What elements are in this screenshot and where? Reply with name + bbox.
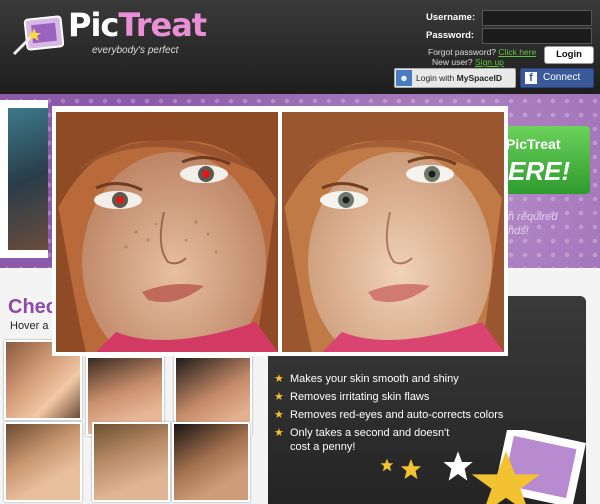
facebook-icon: f: [525, 72, 537, 84]
hero-note-line2: nds!: [508, 225, 529, 237]
hero-photo: [8, 108, 48, 250]
username-label: Username:: [426, 12, 476, 23]
login-button[interactable]: Login: [544, 46, 594, 64]
example-thumbnail[interactable]: [92, 422, 170, 502]
facebook-connect-button[interactable]: f Connect: [520, 68, 594, 88]
feature-text: Removes irritating skin flaws: [290, 391, 430, 403]
hover-instruction: Hover a: [10, 320, 49, 332]
feature-text: Only takes a second and doesn't: [290, 427, 450, 439]
feature-item: ★ Removes red-eyes and auto-corrects colo…: [274, 408, 504, 422]
example-thumbnail[interactable]: [172, 422, 250, 502]
star-icon: ★: [274, 427, 284, 439]
feature-text-continued: cost a penny!: [290, 441, 356, 453]
forgot-password-link[interactable]: Click here: [498, 47, 536, 57]
example-thumbnail[interactable]: [4, 422, 82, 502]
myspace-label: MySpaceID: [456, 73, 502, 83]
star-icon: ★: [274, 373, 284, 385]
myspace-prefix: Login with: [416, 73, 457, 83]
feature-item: ★ Only takes a second and doesn't cost a p…: [274, 426, 450, 454]
before-photo: [56, 112, 278, 352]
star-icon: ★: [274, 391, 284, 403]
star-icon: [400, 458, 422, 480]
logo-wordmark[interactable]: PicTreat: [68, 6, 207, 44]
feature-text: Removes red-eyes and auto-corrects color…: [290, 409, 504, 421]
password-input[interactable]: [482, 28, 592, 44]
try-now-sticker[interactable]: PicTreat ERE!: [500, 126, 590, 194]
after-photo: [282, 112, 504, 352]
tagline: everybody's perfect: [92, 45, 179, 56]
section-title: Chec: [8, 296, 57, 318]
photo-stack-icon: [471, 430, 586, 504]
new-user-row: New user? Sign up: [432, 57, 504, 67]
new-user-text: New user?: [432, 57, 473, 67]
forgot-password-row: Forgot password? Click here: [428, 47, 536, 57]
logo-icon: [12, 15, 64, 56]
forgot-password-text: Forgot password?: [428, 47, 497, 57]
logo-pic-text: Pic: [68, 6, 119, 44]
star-icon: [380, 458, 394, 472]
facebook-label: Connect: [543, 72, 581, 83]
username-input[interactable]: [482, 10, 592, 26]
sign-up-link[interactable]: Sign up: [475, 57, 504, 67]
sticker-brand: PicTreat: [506, 136, 561, 152]
hero-note: n required nds!: [508, 210, 558, 238]
myspace-login-button[interactable]: ☻ Login with MySpaceID: [394, 68, 516, 88]
feature-item: ★ Removes irritating skin flaws: [274, 390, 430, 404]
feature-text: Makes your skin smooth and shiny: [290, 373, 459, 385]
password-label: Password:: [426, 30, 475, 41]
sticker-text: ERE!: [508, 156, 571, 186]
hero-note-line1: n required: [508, 211, 558, 223]
feature-item: ★ Makes your skin smooth and shiny: [274, 372, 459, 386]
myspace-icon: ☻: [396, 70, 412, 86]
logo-treat-text: Treat: [118, 6, 207, 44]
star-icon: ★: [274, 409, 284, 421]
